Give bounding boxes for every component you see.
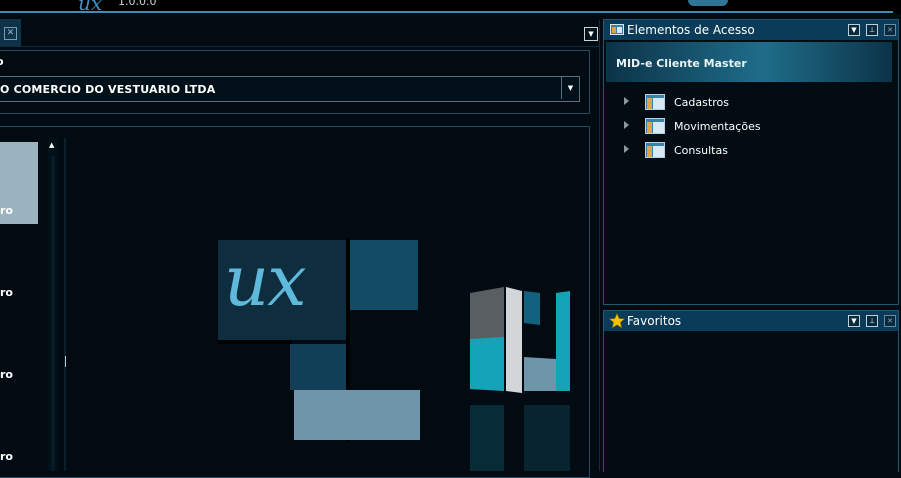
favorites-pane: Favoritos ▼ ⊥ ✕ — [603, 310, 899, 472]
cube-logo-graphic — [470, 287, 570, 471]
company-select-value: O COMERCIO DO VESTUARIO LTDA — [0, 83, 216, 96]
close-icon[interactable]: ✕ — [884, 24, 896, 36]
expand-arrow-icon[interactable] — [624, 121, 629, 129]
chevron-down-icon[interactable]: ▼ — [848, 315, 860, 327]
version-label: 1.0.0.0 — [118, 0, 157, 8]
star-icon — [609, 313, 625, 329]
brand-logo: ux — [78, 0, 103, 15]
header-orb — [688, 0, 728, 6]
tree-item-label: Consultas — [674, 144, 728, 157]
splitter-grip[interactable] — [65, 356, 66, 367]
close-icon[interactable]: ✕ — [884, 315, 896, 327]
favorites-pane-title: Favoritos — [627, 314, 682, 328]
window-icon — [610, 24, 624, 35]
splitter[interactable] — [64, 138, 66, 471]
header-divider — [0, 11, 893, 13]
side-list: ro ro ro ro — [0, 138, 48, 471]
chevron-down-icon[interactable]: ▼ — [584, 27, 598, 41]
tree-item-label: Cadastros — [674, 96, 729, 109]
tree-item-label: Movimentações — [674, 120, 761, 133]
side-list-item[interactable]: ro — [0, 224, 38, 306]
chevron-down-icon[interactable]: ▼ — [561, 77, 579, 99]
expand-arrow-icon[interactable] — [624, 97, 629, 105]
company-group-legend: o — [0, 55, 4, 68]
folder-icon — [645, 94, 665, 110]
close-icon[interactable]: ✕ — [4, 27, 17, 40]
scrollbar-thumb[interactable] — [51, 156, 55, 471]
side-list-item[interactable]: ro — [0, 388, 38, 470]
chevron-down-icon[interactable]: ▼ — [848, 24, 860, 36]
folder-icon — [645, 142, 665, 158]
scroll-up-icon[interactable]: ▲ — [49, 141, 54, 149]
folder-icon — [645, 118, 665, 134]
side-list-item[interactable]: ro — [0, 142, 38, 224]
pin-icon[interactable]: ⊥ — [866, 24, 878, 36]
access-pane-title: Elementos de Acesso — [627, 23, 755, 37]
expand-arrow-icon[interactable] — [624, 145, 629, 153]
side-list-item[interactable]: ro — [0, 306, 38, 388]
access-banner-title: MID-e Cliente Master — [616, 57, 747, 70]
content-border — [599, 20, 600, 471]
tabstrip-divider — [0, 46, 600, 47]
pin-icon[interactable]: ⊥ — [866, 315, 878, 327]
access-pane-titlebar: Elementos de Acesso ▼ ⊥ ✕ — [604, 20, 898, 40]
favorites-pane-titlebar: Favoritos ▼ ⊥ ✕ — [604, 311, 898, 331]
logo-word: ux — [224, 240, 307, 322]
